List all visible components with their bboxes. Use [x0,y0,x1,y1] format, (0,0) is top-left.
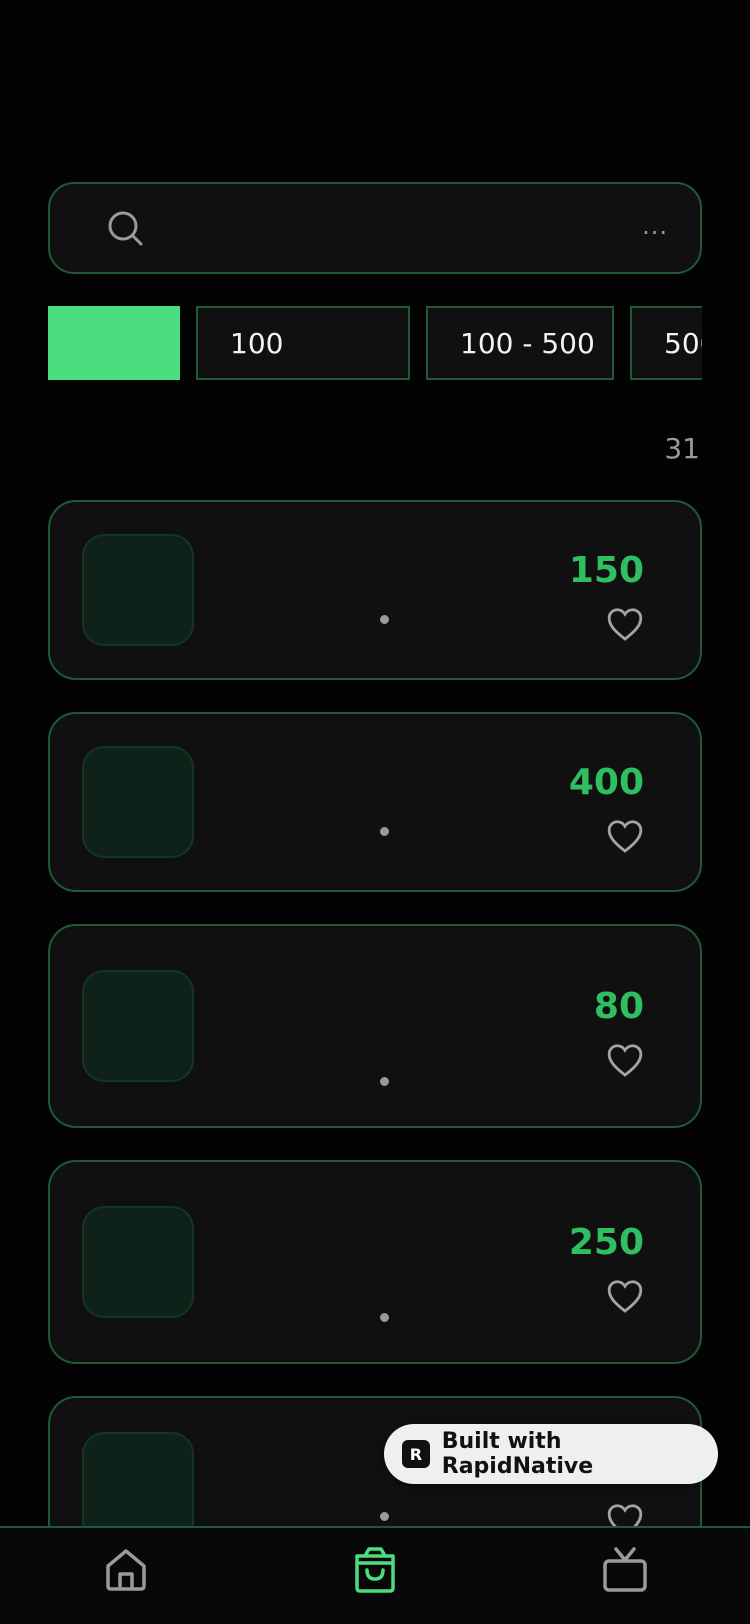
product-price: 250 [568,1222,644,1263]
bottom-tab-bar [0,1526,750,1624]
product-card[interactable]: 150 [48,500,702,680]
status-dot [380,1313,389,1322]
home-icon[interactable] [102,1546,150,1594]
heart-icon[interactable] [606,1042,644,1078]
status-dot [380,827,389,836]
heart-icon[interactable] [606,606,644,642]
product-image [82,1206,194,1318]
rapidnative-logo-icon: R [402,1440,430,1468]
filter-chip-label: 100 [230,326,284,360]
product-card[interactable]: 250 [48,1160,702,1364]
filter-chip-label: 100 - 500 [460,326,595,360]
product-price: 400 [568,762,644,803]
filter-chip-100[interactable]: 100 [196,306,410,380]
shopping-bag-icon[interactable] [351,1546,399,1594]
status-dot [380,615,389,624]
product-image [82,746,194,858]
filter-chip-all[interactable] [48,306,180,380]
search-icon [108,211,143,246]
filter-chip-100-500[interactable]: 100 - 500 [426,306,614,380]
search-placeholder: ... [642,212,668,240]
product-price: 80 [593,986,644,1027]
badge-text: Built with RapidNative [441,1429,594,1479]
product-price: 150 [568,550,644,591]
heart-icon[interactable] [606,1278,644,1314]
tv-icon[interactable] [601,1546,649,1594]
filter-chip-label: 500 [664,326,702,360]
built-with-badge[interactable]: R Built with RapidNative [384,1424,718,1484]
status-dot [380,1077,389,1086]
heart-icon[interactable] [606,818,644,854]
results-count: 31 [664,432,700,465]
product-card[interactable]: 400 [48,712,702,892]
product-card[interactable]: 80 [48,924,702,1128]
price-filter-row: 100 100 - 500 500 [48,306,702,380]
product-image [82,970,194,1082]
product-image [82,534,194,646]
search-bar[interactable]: ... [48,182,702,274]
status-dot [380,1512,389,1521]
screen: ... 100 100 - 500 500 31 150 400 [0,0,750,1624]
filter-chip-500[interactable]: 500 [630,306,702,380]
